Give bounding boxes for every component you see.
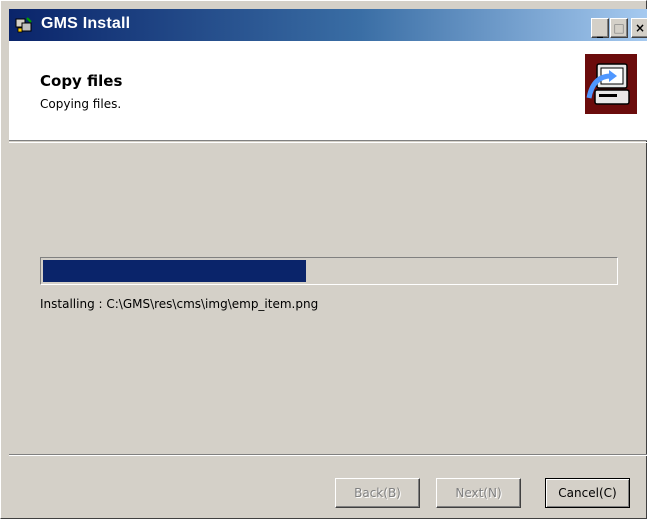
header-divider — [9, 142, 647, 143]
close-icon: × — [634, 21, 646, 35]
installer-window: GMS Install _ □ × Copy files Copying fil… — [0, 0, 647, 519]
installer-app-icon — [15, 17, 32, 33]
progress-bar — [40, 257, 618, 285]
next-button[interactable]: Next(N) — [436, 478, 521, 508]
page-subtitle: Copying files. — [40, 97, 122, 111]
back-button[interactable]: Back(B) — [335, 478, 420, 508]
page-title: Copy files — [40, 72, 123, 90]
close-button[interactable]: × — [631, 18, 647, 38]
minimize-icon: _ — [597, 24, 603, 38]
title-bar[interactable]: GMS Install _ □ × — [9, 9, 647, 41]
wizard-header: Copy files Copying files. — [9, 41, 647, 141]
minimize-button[interactable]: _ — [591, 18, 609, 38]
window-title: GMS Install — [41, 15, 131, 32]
computer-install-icon — [585, 54, 637, 114]
install-status-text: Installing : C:\GMS\res\cms\img\emp_item… — [40, 297, 319, 311]
cancel-button[interactable]: Cancel(C) — [545, 478, 630, 508]
maximize-button[interactable]: □ — [610, 18, 628, 38]
progress-fill — [43, 260, 306, 282]
maximize-icon: □ — [613, 21, 625, 35]
footer-divider — [9, 454, 647, 456]
